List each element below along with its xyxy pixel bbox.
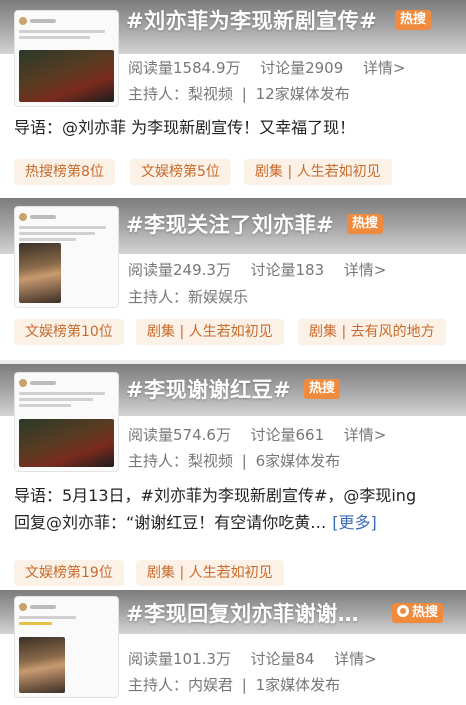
- read-count: 阅读量1584.9万: [128, 59, 241, 77]
- details-link[interactable]: 详情>: [363, 57, 406, 78]
- topic-stats: 阅读量101.3万 讨论量84 详情>: [128, 648, 377, 669]
- tag-drama[interactable]: 剧集 | 人生若如初见: [136, 319, 284, 345]
- host-name: 主持人：内娱君: [128, 676, 234, 694]
- post-thumbnail-3[interactable]: [14, 372, 119, 472]
- topic-title[interactable]: #李现谢谢红豆#: [126, 374, 291, 404]
- topic-guide: 导语：@刘亦菲 为李现新剧宣传！又幸福了现！: [14, 118, 356, 137]
- topic-stats: 阅读量574.6万 讨论量661 详情>: [128, 424, 386, 445]
- topic-title[interactable]: #李现关注了刘亦菲#: [126, 209, 334, 239]
- tag-hot-rank[interactable]: 热搜榜第8位: [14, 159, 115, 185]
- tag-ent-rank[interactable]: 文娱榜第19位: [14, 560, 124, 586]
- topic-card-1[interactable]: #刘亦菲为李现新剧宣传# 热搜 阅读量1584.9万 讨论量2909 详情> 主…: [0, 0, 466, 200]
- details-link[interactable]: 详情>: [344, 259, 387, 280]
- topic-title[interactable]: #刘亦菲为李现新剧宣传#: [126, 5, 377, 35]
- media-count: 6家媒体发布: [255, 452, 341, 470]
- hot-badge: 热搜: [304, 379, 341, 399]
- discuss-count: 讨论量84: [250, 650, 315, 668]
- details-link[interactable]: 详情>: [344, 424, 387, 445]
- topic-card-2[interactable]: #李现关注了刘亦菲# 热搜 阅读量249.3万 讨论量183 详情> 主持人：新…: [0, 198, 466, 360]
- fire-icon: [397, 605, 409, 617]
- topic-card-4[interactable]: #李现回复刘亦菲谢谢… 热搜 阅读量101.3万 讨论量84 详情> 主持人：内…: [0, 590, 466, 705]
- post-thumbnail-4[interactable]: [14, 596, 119, 698]
- discuss-count: 讨论量2909: [260, 59, 344, 77]
- hot-badge: 热搜: [347, 214, 384, 234]
- hot-badge: 热搜: [395, 10, 432, 30]
- tag-ent-rank[interactable]: 文娱榜第10位: [14, 319, 124, 345]
- topic-guide-line-2: 回复@刘亦菲：“谢谢红豆！有空请你吃黄… [更多]: [14, 513, 377, 532]
- read-count: 阅读量574.6万: [128, 426, 231, 444]
- topic-host: 主持人：新娱娱乐: [128, 286, 248, 307]
- tag-ent-rank[interactable]: 文娱榜第5位: [130, 159, 231, 185]
- host-name: 主持人：梨视频: [128, 452, 234, 470]
- discuss-count: 讨论量183: [250, 261, 325, 279]
- host-name: 主持人：梨视频: [128, 85, 234, 103]
- media-count: 1家媒体发布: [255, 676, 341, 694]
- discuss-count: 讨论量661: [250, 426, 325, 444]
- topic-host: 主持人：梨视频 | 6家媒体发布: [128, 452, 341, 470]
- host-name: 主持人：新娱娱乐: [128, 288, 249, 306]
- topic-stats: 阅读量249.3万 讨论量183 详情>: [128, 259, 386, 280]
- media-count: 12家媒体发布: [255, 85, 350, 103]
- topic-stats: 阅读量1584.9万 讨论量2909 详情>: [128, 57, 405, 78]
- tag-drama[interactable]: 剧集 | 人生若如初见: [244, 159, 392, 185]
- details-link[interactable]: 详情>: [334, 648, 377, 669]
- read-count: 阅读量101.3万: [128, 650, 231, 668]
- more-link[interactable]: [更多]: [332, 513, 377, 532]
- read-count: 阅读量249.3万: [128, 261, 231, 279]
- hot-badge: 热搜: [392, 603, 444, 623]
- topic-guide-line-1: 导语：5月13日，#刘亦菲为李现新剧宣传#，@李现ing: [14, 486, 417, 505]
- topic-title[interactable]: #李现回复刘亦菲谢谢…: [126, 598, 359, 628]
- topic-card-3[interactable]: #李现谢谢红豆# 热搜 阅读量574.6万 讨论量661 详情> 主持人：梨视频…: [0, 364, 466, 596]
- tag-drama[interactable]: 剧集 | 人生若如初见: [136, 560, 284, 586]
- topic-host: 主持人：内娱君 | 1家媒体发布: [128, 676, 341, 694]
- topic-host: 主持人：梨视频 | 12家媒体发布: [128, 85, 350, 103]
- post-thumbnail-1[interactable]: [14, 10, 119, 107]
- tag-drama-2[interactable]: 剧集 | 去有风的地方: [298, 319, 446, 345]
- post-thumbnail-2[interactable]: [14, 206, 119, 308]
